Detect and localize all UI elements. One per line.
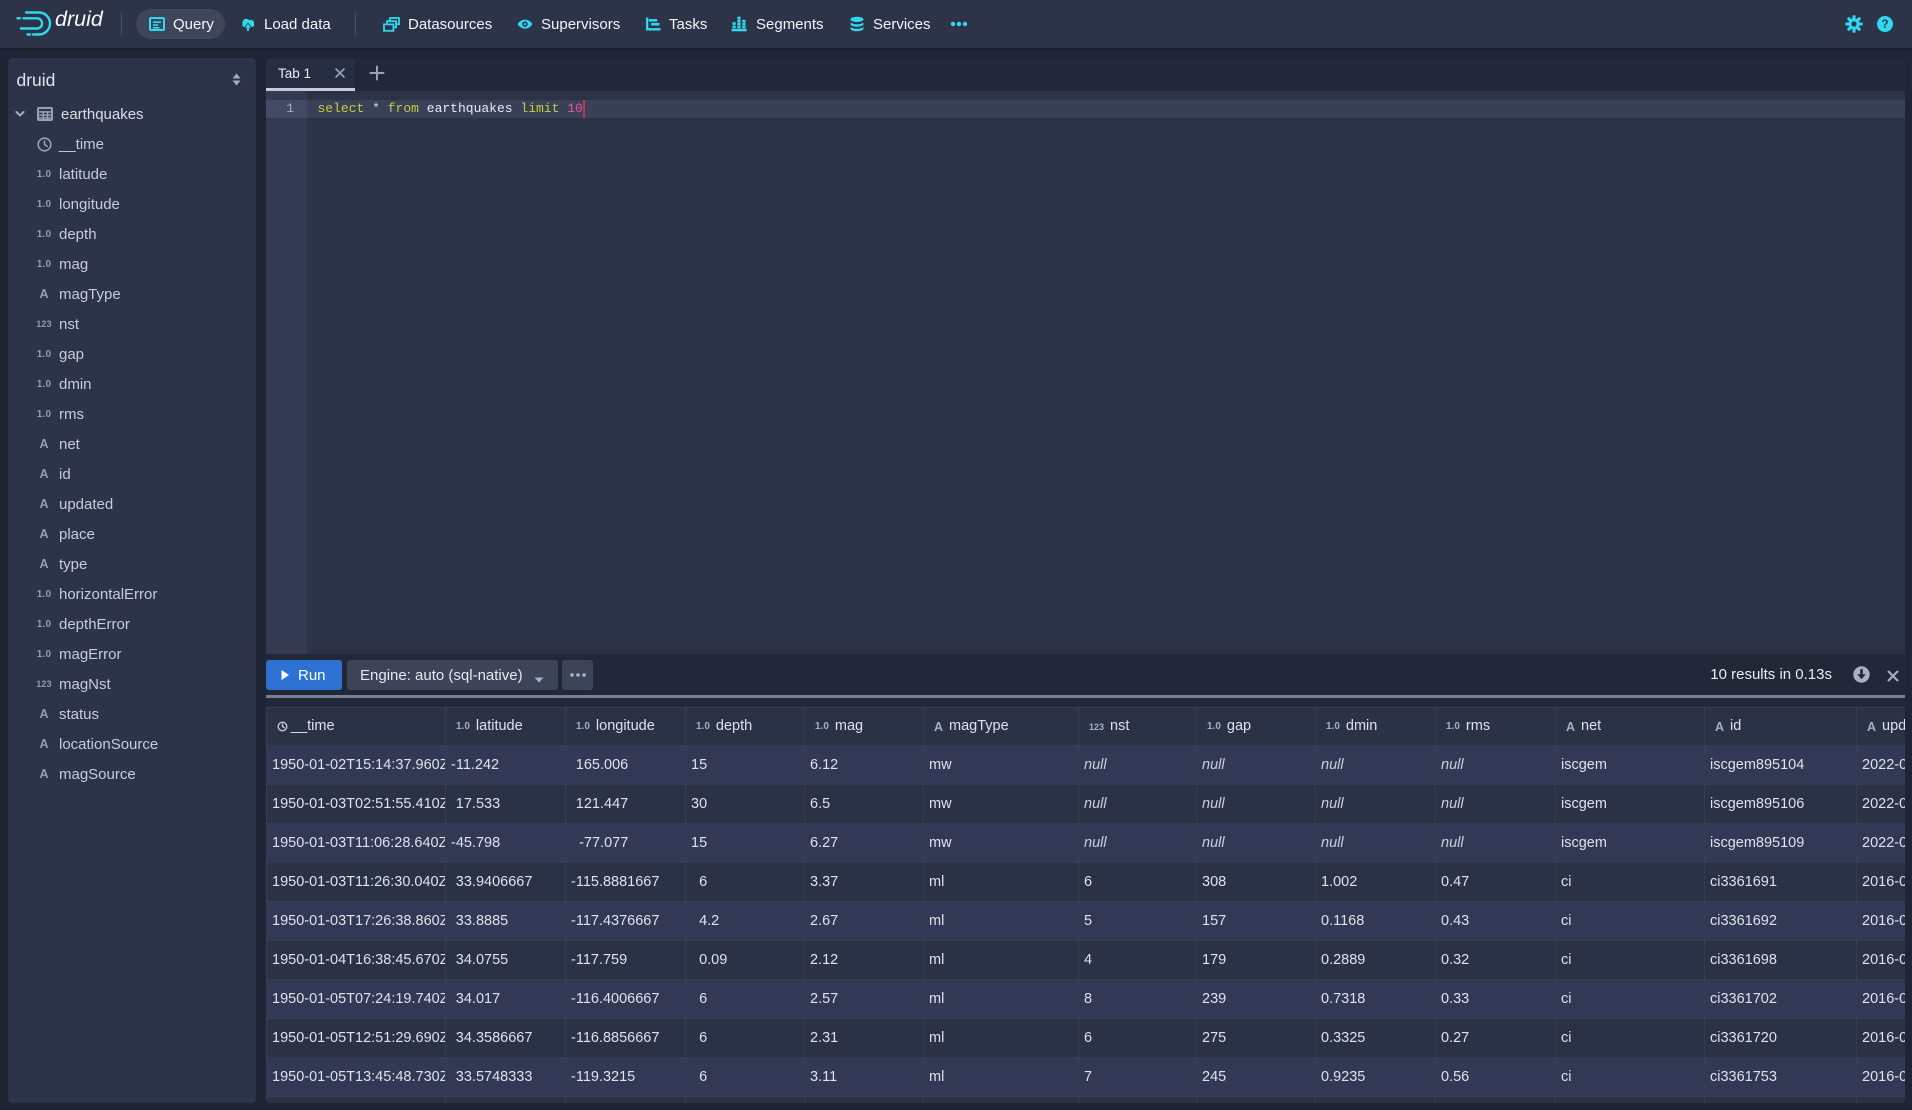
svg-text:?: ? [1881,19,1888,31]
